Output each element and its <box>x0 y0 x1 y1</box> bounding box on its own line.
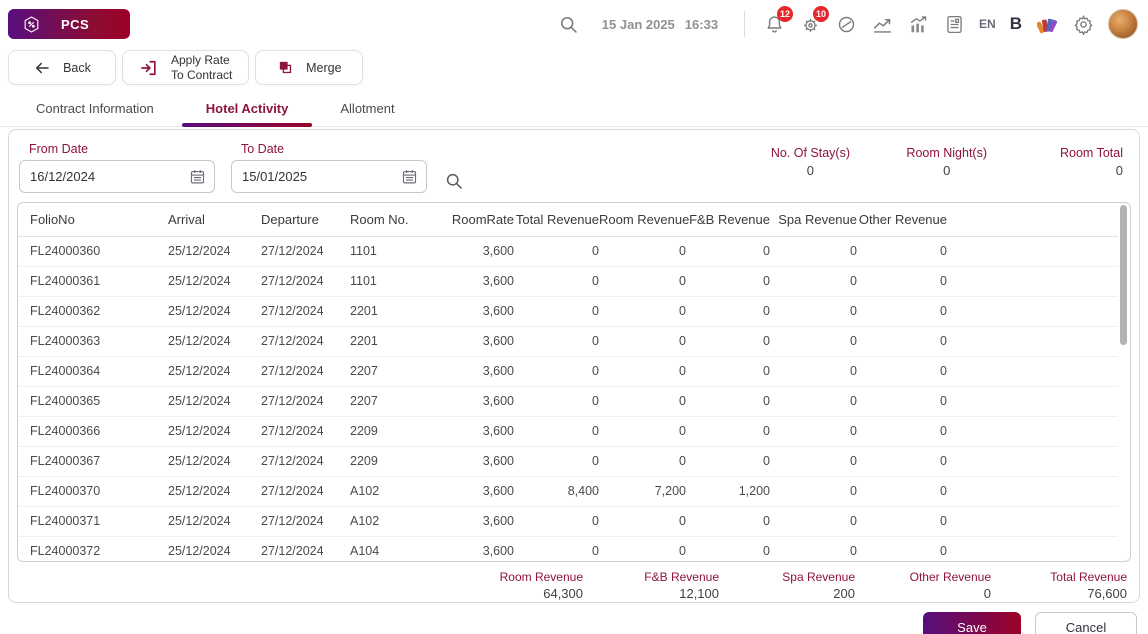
folio-table-container: FolioNo Arrival Departure Room No. RoomRate T… <box>17 202 1131 562</box>
apply-rate-label: Apply Rate To Contract <box>171 53 233 82</box>
table-row[interactable]: FL24000366 25/12/2024 27/12/2024 2209 3,600 0… <box>18 416 1118 446</box>
column-header[interactable]: Total Revenue <box>514 203 599 237</box>
table-row[interactable]: FL24000371 25/12/2024 27/12/2024 A102 3,600 0… <box>18 506 1118 536</box>
from-date-value[interactable] <box>30 169 189 184</box>
table-row[interactable]: FL24000367 25/12/2024 27/12/2024 2209 3,600 0… <box>18 446 1118 476</box>
column-header[interactable]: Room No. <box>350 203 450 237</box>
table-row[interactable]: FL24000365 25/12/2024 27/12/2024 2207 3,600 0… <box>18 386 1118 416</box>
table-row[interactable]: FL24000372 25/12/2024 27/12/2024 A104 3,600 0… <box>18 536 1118 561</box>
bar-chart-icon[interactable] <box>907 13 929 35</box>
apply-rate-button[interactable]: Apply Rate To Contract <box>122 50 250 85</box>
table-scrollbar[interactable] <box>1120 205 1127 345</box>
merge-label: Merge <box>306 60 342 75</box>
calendar-icon[interactable] <box>401 168 418 185</box>
to-date-value[interactable] <box>242 169 401 184</box>
hotel-activity-panel: From Date To Date <box>8 129 1140 603</box>
from-date-label: From Date <box>29 142 89 156</box>
topbar: PCS 15 Jan 2025 16:33 12 10 EN B <box>0 0 1148 48</box>
total-total-revenue: Total Revenue 76,600 <box>1050 570 1127 601</box>
bell-badge: 12 <box>777 6 794 22</box>
save-button[interactable]: Save <box>923 612 1021 634</box>
column-header[interactable]: Departure <box>261 203 350 237</box>
language-selector[interactable]: EN <box>979 17 996 31</box>
column-header[interactable]: Room Revenue <box>599 203 689 237</box>
to-date-input[interactable] <box>231 160 427 193</box>
stat-room-nights: Room Night(s) 0 <box>906 146 987 178</box>
summary-stats: No. Of Stay(s) 0 Room Night(s) 0 Room To… <box>770 142 1127 178</box>
back-label: Back <box>63 60 91 75</box>
merge-icon <box>277 59 294 76</box>
table-row[interactable]: FL24000362 25/12/2024 27/12/2024 2201 3,600 0… <box>18 296 1118 326</box>
palette-icon[interactable] <box>1036 13 1058 35</box>
app-logo[interactable]: PCS <box>8 9 130 39</box>
table-row[interactable]: FL24000363 25/12/2024 27/12/2024 2201 3,600 0… <box>18 326 1118 356</box>
column-header[interactable]: RoomRate <box>450 203 514 237</box>
back-button[interactable]: Back <box>8 50 116 85</box>
total-fb-revenue: F&B Revenue 12,100 <box>644 570 719 601</box>
current-date: 15 Jan 2025 <box>601 16 675 32</box>
settings-gear-icon[interactable] <box>1072 13 1094 35</box>
calendar-icon[interactable] <box>189 168 206 185</box>
line-chart-icon[interactable] <box>871 13 893 35</box>
table-row[interactable]: FL24000360 25/12/2024 27/12/2024 1101 3,600 0… <box>18 236 1118 266</box>
folio-table: FolioNo Arrival Departure Room No. RoomRate T… <box>18 203 1118 561</box>
table-header-row: FolioNo Arrival Departure Room No. RoomRate T… <box>18 203 1118 237</box>
filter-row: From Date To Date <box>17 140 1131 202</box>
gear-globe-badge: 10 <box>813 6 830 22</box>
total-spa-revenue: Spa Revenue 200 <box>782 570 855 601</box>
user-avatar[interactable] <box>1108 9 1138 39</box>
merge-button[interactable]: Merge <box>255 50 364 85</box>
column-header[interactable]: Other Revenue <box>857 203 947 237</box>
to-date-label: To Date <box>241 142 285 156</box>
search-icon[interactable] <box>558 13 580 35</box>
table-row[interactable]: FL24000364 25/12/2024 27/12/2024 2207 3,600 0… <box>18 356 1118 386</box>
from-date-input[interactable] <box>19 160 215 193</box>
brand-text: PCS <box>61 16 90 32</box>
topbar-actions: 15 Jan 2025 16:33 12 10 EN B <box>558 6 1138 39</box>
current-time: 16:33 <box>684 16 719 32</box>
column-header[interactable]: FolioNo <box>18 203 168 237</box>
notifications-bell-icon[interactable]: 12 <box>763 6 794 35</box>
tab-hotel-activity[interactable]: Hotel Activity <box>180 93 315 127</box>
totals-row: Room Revenue 64,300 F&B Revenue 12,100 S… <box>17 562 1131 601</box>
tab-allotment[interactable]: Allotment <box>314 93 420 126</box>
report-icon[interactable] <box>943 13 965 35</box>
tab-contract-information[interactable]: Contract Information <box>10 93 180 126</box>
block-icon[interactable] <box>835 13 857 35</box>
active-tab-underline <box>181 123 313 127</box>
tab-bar: Contract Information Hotel Activity Allo… <box>0 93 1148 127</box>
from-date-field: From Date <box>19 142 215 193</box>
total-other-revenue: Other Revenue 0 <box>909 570 991 601</box>
datetime: 15 Jan 2025 16:33 <box>602 17 718 32</box>
to-date-field: To Date <box>231 142 427 193</box>
table-row[interactable]: FL24000370 25/12/2024 27/12/2024 A102 3,600 8… <box>18 476 1118 506</box>
total-room-revenue: Room Revenue 64,300 <box>499 570 583 601</box>
filter-search-icon[interactable] <box>441 168 467 194</box>
column-header[interactable]: Arrival <box>168 203 261 237</box>
column-header[interactable]: Spa Revenue <box>770 203 857 237</box>
back-arrow-icon <box>33 59 51 77</box>
bold-b-button[interactable]: B <box>1010 14 1022 34</box>
stat-no-of-stays: No. Of Stay(s) 0 <box>770 146 851 178</box>
cancel-button[interactable]: Cancel <box>1035 612 1137 634</box>
toolbar: Back Apply Rate To Contract Merge <box>0 48 1148 93</box>
divider <box>744 11 746 37</box>
column-header[interactable]: F&B Revenue <box>686 203 770 237</box>
stat-room-total: Room Total 0 <box>1060 146 1123 178</box>
action-buttons: Save Cancel <box>0 603 1148 634</box>
table-row[interactable]: FL24000361 25/12/2024 27/12/2024 1101 3,600 0… <box>18 266 1118 296</box>
table-body: FL24000360 25/12/2024 27/12/2024 1101 3,600 0… <box>18 236 1118 561</box>
gear-globe-icon[interactable]: 10 <box>799 6 830 35</box>
hexagon-logo-icon <box>22 15 41 34</box>
apply-rate-icon <box>139 58 159 78</box>
